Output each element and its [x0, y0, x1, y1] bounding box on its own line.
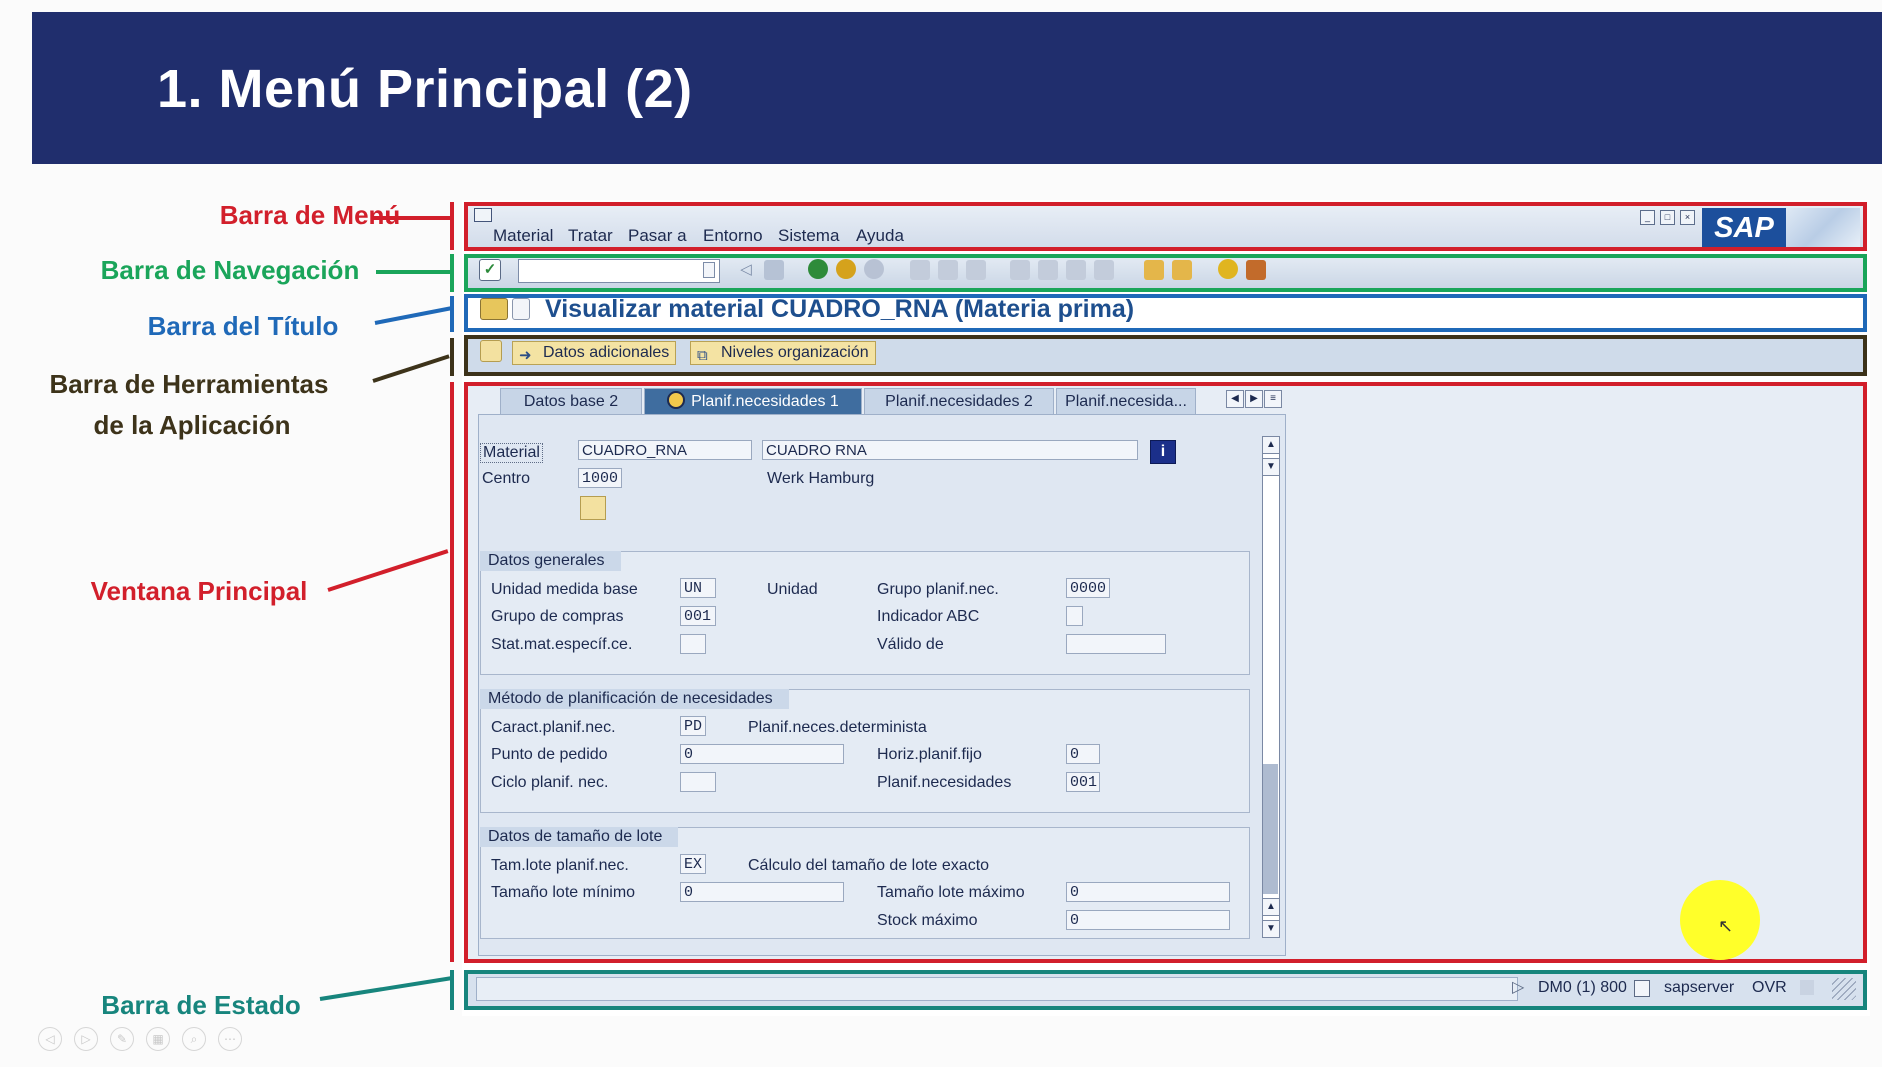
slides-icon[interactable]: ▦: [146, 1027, 170, 1051]
title-bar-highlight: [464, 294, 1867, 332]
bracket-title: [450, 296, 454, 332]
navigation-bar-highlight: [464, 254, 1867, 292]
previous-slide-icon[interactable]: ◁: [38, 1027, 62, 1051]
menu-bar-highlight: [464, 202, 1867, 251]
slide-title: 1. Menú Principal (2): [157, 59, 693, 119]
pointer-menu-bar: [372, 216, 450, 220]
bracket-app: [450, 338, 454, 376]
label-navigation-bar: Barra de Navegación: [100, 255, 360, 285]
pointer-navigation-bar: [376, 270, 451, 274]
pointer-app-toolbar: [372, 354, 450, 383]
pointer-main-window: [327, 549, 449, 592]
application-toolbar-highlight: [464, 335, 1867, 376]
label-title-bar: Barra del Título: [147, 311, 339, 341]
main-window-highlight: [464, 382, 1867, 963]
pointer-status-bar: [319, 976, 453, 1001]
bracket-main: [450, 382, 454, 962]
more-options-icon[interactable]: ⋯: [218, 1027, 242, 1051]
label-main-window: Ventana Principal: [90, 576, 308, 606]
status-bar-highlight: [464, 970, 1867, 1010]
label-status-bar: Barra de Estado: [101, 990, 301, 1020]
bracket-nav: [450, 254, 454, 292]
mouse-pointer-icon: ↖: [1718, 916, 1734, 936]
next-slide-icon[interactable]: ▷: [74, 1027, 98, 1051]
label-app-toolbar-line1: Barra de Herramientas: [49, 369, 329, 399]
bracket-menu: [450, 202, 454, 250]
bracket-status: [450, 970, 454, 1010]
pen-icon[interactable]: ✎: [110, 1027, 134, 1051]
label-app-toolbar-line2: de la Aplicación: [93, 410, 291, 440]
zoom-icon[interactable]: ⌕: [182, 1027, 206, 1051]
